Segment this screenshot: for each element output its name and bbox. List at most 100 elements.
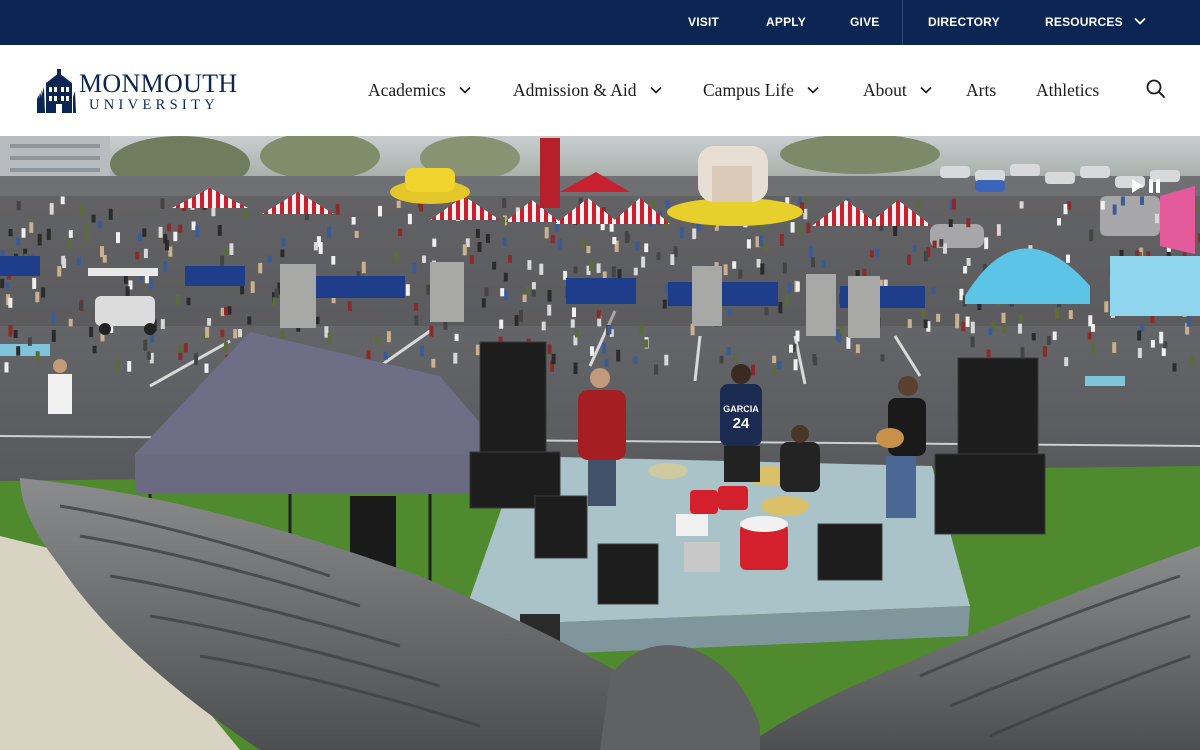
util-link-directory[interactable]: DIRECTORY <box>928 0 1000 45</box>
crowd-person <box>789 344 793 353</box>
crowd-person <box>68 318 73 327</box>
crowd-person <box>165 239 169 251</box>
nav-athletics[interactable]: Athletics <box>1036 45 1099 136</box>
crowd-person <box>361 261 366 274</box>
search-icon[interactable] <box>1145 78 1167 100</box>
crowd-person <box>624 231 629 243</box>
crowd-person <box>570 319 575 328</box>
crowd-person <box>855 344 860 354</box>
crowd-person <box>779 234 784 246</box>
nav-academics[interactable]: Academics <box>368 45 471 136</box>
crowd-person <box>149 278 154 289</box>
crowd-person <box>223 341 228 352</box>
logo-wordmark: MONMOUTH <box>79 69 238 98</box>
crowd-person <box>1020 347 1025 359</box>
util-link-resources[interactable]: RESOURCES <box>1045 0 1147 45</box>
chevron-down-icon <box>1134 18 1147 26</box>
crowd-person <box>223 247 228 255</box>
nav-campus-life-label: Campus Life <box>703 80 794 100</box>
crowd-person <box>142 228 147 237</box>
crowd-person <box>481 298 486 308</box>
crowd-person <box>386 331 391 343</box>
crowd-person <box>644 339 648 348</box>
crowd-person <box>108 208 113 220</box>
crowd-person <box>280 330 285 339</box>
util-link-resources-label: RESOURCES <box>1045 15 1123 29</box>
crowd-person <box>178 345 183 353</box>
util-link-apply[interactable]: APPLY <box>766 0 806 45</box>
crowd-person <box>970 336 975 348</box>
crowd-person <box>572 307 576 318</box>
jersey-name: GARCIA <box>723 404 759 414</box>
crowd-person <box>68 239 73 250</box>
crowd-person <box>760 263 765 275</box>
crowd-person <box>178 352 183 360</box>
crowd-person <box>335 203 340 215</box>
crowd-person <box>318 242 323 254</box>
crowd-person <box>692 228 697 240</box>
university-logo[interactable]: MONMOUTH UNIVERSITY <box>35 67 245 115</box>
crowd-person <box>551 353 556 365</box>
crowd-person <box>378 205 382 217</box>
crowd-person <box>916 200 921 210</box>
crowd-person <box>1161 347 1166 356</box>
crowd-person <box>57 266 62 277</box>
crowd-person <box>612 237 617 245</box>
crowd-person <box>60 196 65 205</box>
crowd-person <box>846 337 851 349</box>
crowd-person <box>453 352 458 364</box>
crowd-person <box>502 198 507 208</box>
crowd-person <box>778 302 783 314</box>
crowd-person <box>8 229 13 237</box>
crowd-person <box>194 353 199 365</box>
crowd-person <box>143 248 148 258</box>
crowd-person <box>79 205 84 215</box>
crowd-person <box>893 225 898 236</box>
crowd-person <box>923 250 928 262</box>
crowd-person <box>398 228 403 237</box>
crowd-person <box>795 330 800 342</box>
nav-about[interactable]: About <box>863 45 932 136</box>
crowd-person <box>719 355 724 364</box>
crowd-person <box>821 260 826 268</box>
crowd-person <box>1155 213 1159 224</box>
crowd-person <box>502 237 507 247</box>
crowd-person <box>501 217 505 226</box>
crowd-person <box>955 321 960 329</box>
crowd-person <box>654 364 659 375</box>
crowd-person <box>557 238 562 250</box>
crowd-person <box>793 359 798 371</box>
nav-admission-aid[interactable]: Admission & Aid <box>513 45 662 136</box>
crowd-person <box>49 203 54 215</box>
util-link-visit[interactable]: VISIT <box>688 0 719 45</box>
crowd-person <box>547 304 552 316</box>
chevron-down-icon <box>459 87 471 95</box>
util-link-give[interactable]: GIVE <box>850 0 879 45</box>
crowd-person <box>921 308 926 319</box>
nav-campus-life[interactable]: Campus Life <box>703 45 819 136</box>
crowd-person <box>92 345 97 354</box>
crowd-person <box>1190 355 1195 365</box>
crowd-person <box>662 299 667 309</box>
crowd-person <box>238 329 242 338</box>
crowd-person <box>492 261 497 270</box>
chevron-down-icon <box>650 87 662 95</box>
crowd-person <box>785 293 790 305</box>
crowd-person <box>160 319 165 329</box>
nav-arts[interactable]: Arts <box>966 45 996 136</box>
crowd-person <box>429 325 434 337</box>
crowd-person <box>331 256 336 265</box>
crowd-person <box>204 363 209 373</box>
video-play-pause-control[interactable] <box>1128 176 1164 196</box>
crowd-person <box>475 344 480 356</box>
crowd-person <box>383 351 388 360</box>
crowd-person <box>41 287 46 298</box>
crowd-person <box>948 219 953 227</box>
crowd-person <box>943 243 947 254</box>
crowd-person <box>116 232 120 244</box>
crowd-person <box>1137 330 1142 341</box>
crowd-person <box>220 329 225 337</box>
crowd-person <box>738 269 743 279</box>
crowd-person <box>596 310 601 319</box>
crowd-person <box>135 251 140 260</box>
